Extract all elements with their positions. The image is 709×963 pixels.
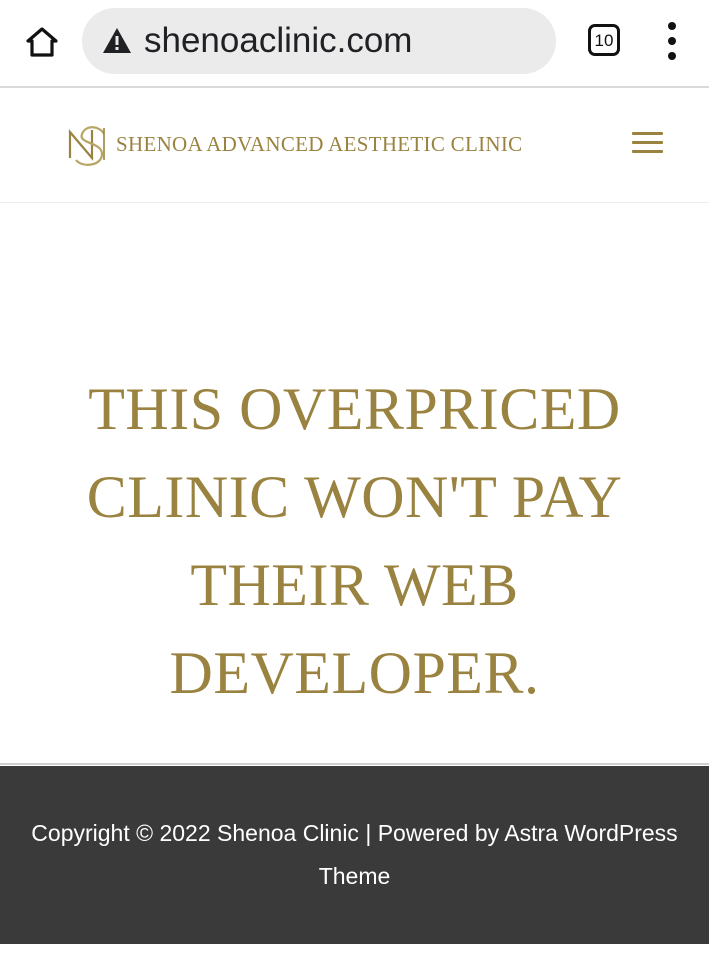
site-footer: Copyright © 2022 Shenoa Clinic | Powered… [0, 766, 709, 944]
page: shenoaclinic.com 10 SHENOA ADVANCED AEST… [0, 0, 709, 963]
url-text[interactable]: shenoaclinic.com [144, 8, 412, 74]
tab-switcher-button[interactable]: 10 [588, 24, 620, 56]
copyright-text: Copyright © 2022 Shenoa Clinic | Powered… [31, 820, 500, 846]
more-vert-icon-dot [668, 37, 676, 45]
hamburger-menu-icon [632, 132, 663, 135]
page-bottom [0, 944, 709, 963]
sn-monogram-logo[interactable] [64, 118, 112, 172]
footer-divider [0, 763, 709, 765]
more-vert-icon-dot [668, 52, 676, 60]
site-menu-button[interactable] [632, 132, 664, 156]
tab-count: 10 [594, 30, 614, 50]
main-content: THIS OVERPRICED CLINIC WON'T PAY THEIR W… [0, 203, 709, 764]
more-vert-icon [668, 22, 676, 30]
site-title[interactable]: SHENOA ADVANCED AESTHETIC CLINIC [116, 132, 522, 157]
footer-copyright: Copyright © 2022 Shenoa Clinic | Powered… [20, 812, 689, 898]
home-button[interactable] [20, 20, 64, 64]
hamburger-menu-icon-line [632, 150, 663, 153]
browser-menu-button[interactable] [658, 22, 686, 62]
page-headline: THIS OVERPRICED CLINIC WON'T PAY THEIR W… [86, 376, 623, 706]
address-bar[interactable]: shenoaclinic.com [82, 8, 556, 74]
home-icon [26, 27, 58, 57]
site-header: SHENOA ADVANCED AESTHETIC CLINIC [0, 90, 709, 203]
hamburger-menu-icon-line [632, 141, 663, 144]
browser-toolbar: shenoaclinic.com 10 [0, 0, 709, 88]
warning-triangle-icon[interactable] [102, 26, 132, 56]
